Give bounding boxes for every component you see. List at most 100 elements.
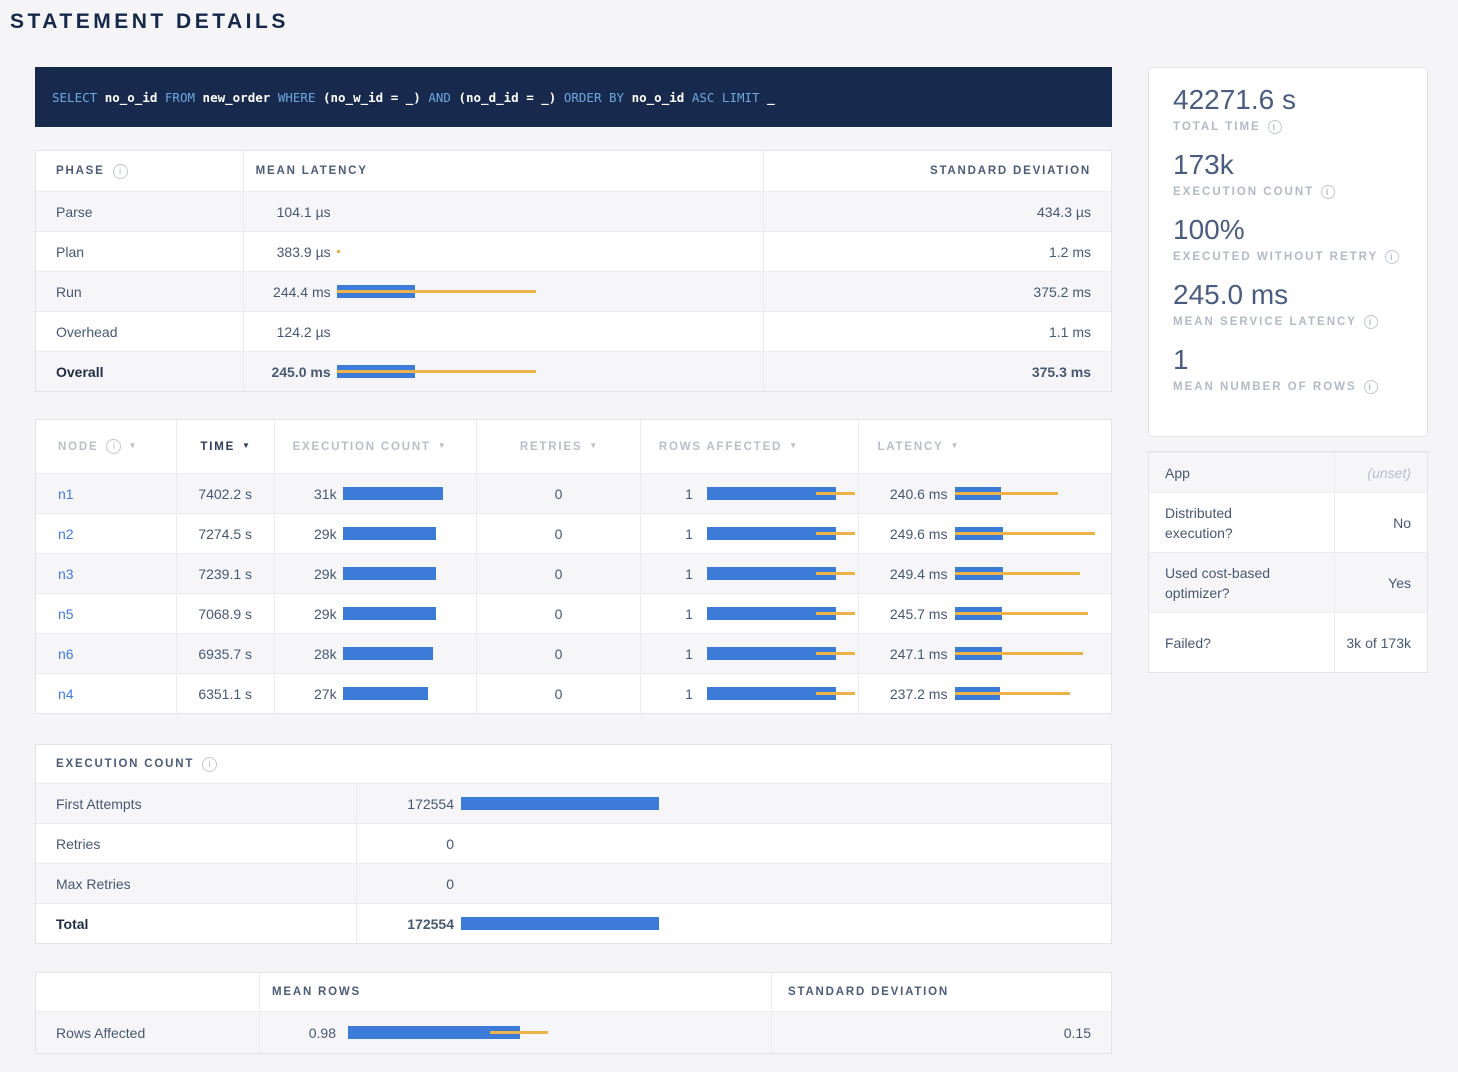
rows-affected-bar [707,527,859,540]
stat-mean-number-of-rows: 1 MEAN NUMBER OF ROWSi [1173,342,1403,394]
sql-token-pl: (no_w_id = _) [323,90,421,105]
sql-token-pl: (no_d_id = _) [458,90,556,105]
mean-latency-column-header: MEAN LATENCY [243,151,763,191]
node-row: n2 7274.5 s 29k 0 1 249.6 ms [36,513,1111,553]
latency-bar [337,365,763,378]
sql-token-kw: ASC [692,90,715,105]
count-bar [461,797,1111,810]
execution-count-bar [343,487,477,500]
sql-token-kw: AND [428,90,451,105]
rows-affected-table-header: MEAN ROWS STANDARD DEVIATION [36,973,1111,1011]
latency-bar [955,687,1111,700]
exec-row-max-retries: Max Retries 0 [36,863,1111,903]
rows-affected-bar [707,487,859,500]
phase-row-overall: Overall 245.0 ms 375.3 ms [36,351,1111,391]
info-icon[interactable]: i [1364,380,1378,394]
latency-bar [955,647,1111,660]
rows-affected-bar [707,567,859,580]
node-link[interactable]: n2 [58,526,74,542]
latency-bar [337,325,763,338]
sort-arrow-icon[interactable]: ▼ [242,441,250,450]
info-icon[interactable]: i [1321,185,1335,199]
latency-bar [955,567,1111,580]
summary-sidebar: 42271.6 s TOTAL TIMEi 173k EXECUTION COU… [1148,67,1428,1054]
sort-arrow-icon[interactable]: ▼ [951,441,959,450]
sql-token-pl: _ [767,90,775,105]
phase-latency-table: PHASE i MEAN LATENCY STANDARD DEVIATION … [35,150,1112,392]
latency-bar [955,607,1111,620]
page-title: STATEMENT DETAILS [10,10,1458,34]
info-icon[interactable]: i [106,439,121,454]
sql-token-kw: WHERE [278,90,316,105]
sql-token-kw: LIMIT [722,90,760,105]
exec-row-first-attempts: First Attempts 172554 [36,783,1111,823]
execution-count-bar [343,647,477,660]
page-layout: SELECT no_o_id FROM new_order WHERE (no_… [35,67,1458,1054]
rows-affected-table: MEAN ROWS STANDARD DEVIATION Rows Affect… [35,972,1112,1054]
node-table-header: NODE i ▼ TIME ▼ EXECUTION COUNT ▼ RETRIE… [36,420,1111,473]
execution-count-table: EXECUTION COUNT i First Attempts 172554 … [35,744,1112,944]
sql-token-kw: ORDER BY [564,90,624,105]
node-link[interactable]: n6 [58,646,74,662]
count-bar [461,917,1111,930]
phase-column-header: PHASE i [36,151,243,191]
execution-count-column-header[interactable]: EXECUTION COUNT ▼ [274,420,477,473]
execution-count-bar [343,567,477,580]
count-bar [461,837,1111,850]
latency-bar [955,487,1111,500]
info-icon[interactable]: i [1364,315,1378,329]
node-stats-table: NODE i ▼ TIME ▼ EXECUTION COUNT ▼ RETRIE… [35,419,1112,714]
latency-bar [337,285,763,298]
info-icon[interactable]: i [202,757,217,772]
info-icon[interactable]: i [1268,120,1282,134]
std-deviation-column-header: STANDARD DEVIATION [763,151,1111,191]
sql-token-id: new_order [203,90,271,105]
count-bar [461,877,1111,890]
sort-arrow-icon[interactable]: ▼ [128,441,136,450]
exec-row-retries: Retries 0 [36,823,1111,863]
sort-arrow-icon[interactable]: ▼ [438,441,446,450]
latency-column-header[interactable]: LATENCY ▼ [858,420,1111,473]
sort-arrow-icon[interactable]: ▼ [589,441,597,450]
node-link[interactable]: n3 [58,566,74,582]
phase-row-parse: Parse 104.1 µs 434.3 µs [36,191,1111,231]
sql-statement-box: SELECT no_o_id FROM new_order WHERE (no_… [35,67,1112,127]
sql-token-kw: SELECT [52,90,97,105]
main-column: SELECT no_o_id FROM new_order WHERE (no_… [35,67,1112,1054]
exec-row-total: Total 172554 [36,903,1111,943]
node-link[interactable]: n4 [58,686,74,702]
execution-count-table-header: EXECUTION COUNT i [36,745,1111,783]
node-link[interactable]: n1 [58,486,74,502]
node-row: n6 6935.7 s 28k 0 1 247.1 ms [36,633,1111,673]
node-row: n4 6351.1 s 27k 0 1 237.2 ms [36,673,1111,713]
retries-column-header[interactable]: RETRIES ▼ [476,420,640,473]
latency-bar [955,527,1111,540]
info-icon[interactable]: i [113,164,128,179]
rows-affected-row: Rows Affected 0.98 0.15 [36,1011,1111,1053]
stat-mean-service-latency: 245.0 ms MEAN SERVICE LATENCYi [1173,277,1403,329]
info-icon[interactable]: i [1385,250,1399,264]
node-link[interactable]: n5 [58,606,74,622]
phase-table-header: PHASE i MEAN LATENCY STANDARD DEVIATION [36,151,1111,191]
sql-token-kw: FROM [165,90,195,105]
node-row: n1 7402.2 s 31k 0 1 240.6 ms [36,473,1111,513]
node-row: n3 7239.1 s 29k 0 1 249.4 ms [36,553,1111,593]
statement-properties-table: App (unset) Distributed execution? No Us… [1148,451,1428,673]
sort-arrow-icon[interactable]: ▼ [789,441,797,450]
prop-row-distributed-execution: Distributed execution? No [1149,492,1427,552]
rows-affected-column-header[interactable]: ROWS AFFECTED ▼ [640,420,859,473]
execution-count-bar [343,687,477,700]
prop-row-failed: Failed? 3k of 173k [1149,612,1427,672]
sql-token-id: no_o_id [105,90,158,105]
execution-count-bar [343,527,477,540]
time-column-header[interactable]: TIME ▼ [176,420,274,473]
phase-row-plan: Plan 383.9 µs 1.2 ms [36,231,1111,271]
statement-stats-card: 42271.6 s TOTAL TIMEi 173k EXECUTION COU… [1148,67,1428,437]
latency-bar [337,245,763,258]
sql-token-id: no_o_id [632,90,685,105]
rows-affected-bar [707,607,859,620]
node-column-header[interactable]: NODE i ▼ [36,420,176,473]
node-row: n5 7068.9 s 29k 0 1 245.7 ms [36,593,1111,633]
stat-executed-without-retry: 100% EXECUTED WITHOUT RETRYi [1173,212,1403,264]
rows-affected-bar [707,687,859,700]
